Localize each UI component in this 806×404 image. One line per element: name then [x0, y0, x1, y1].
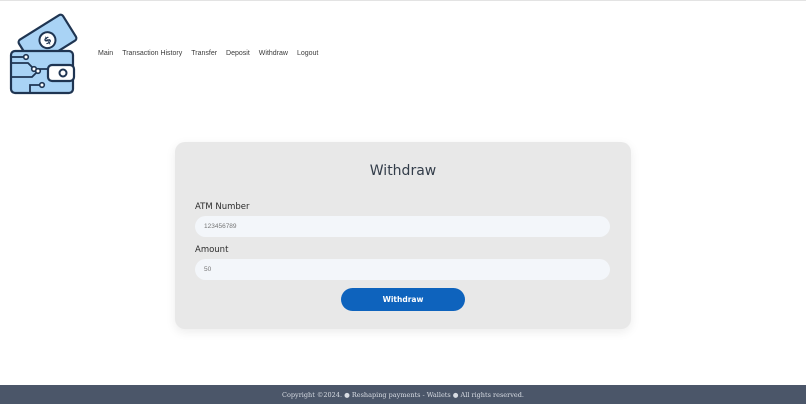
form-title: Withdraw	[369, 163, 437, 179]
header: $ Main Transaction History Transfer Depo…	[0, 1, 806, 101]
amount-label: Amount	[195, 245, 229, 255]
nav-link-transaction-history[interactable]: Transaction History	[122, 50, 182, 57]
footer-copyright: Copyright ©2024. ● Reshaping payments - …	[281, 391, 525, 399]
withdraw-button[interactable]: Withdraw	[341, 288, 465, 311]
amount-input[interactable]	[195, 259, 610, 280]
nav-link-deposit[interactable]: Deposit	[226, 50, 250, 57]
atm-number-label: ATM Number	[195, 202, 250, 212]
wallet-money-icon[interactable]: $	[8, 11, 78, 97]
withdraw-form-card: Withdraw ATM Number Amount Withdraw	[175, 142, 631, 329]
footer: Copyright ©2024. ● Reshaping payments - …	[0, 385, 806, 404]
page: $ Main Transaction History Transfer Depo…	[0, 0, 806, 404]
nav-link-main[interactable]: Main	[98, 50, 113, 57]
nav-link-logout[interactable]: Logout	[297, 50, 318, 57]
main-nav: Main Transaction History Transfer Deposi…	[98, 50, 318, 57]
nav-link-transfer[interactable]: Transfer	[191, 50, 217, 57]
nav-link-withdraw[interactable]: Withdraw	[259, 50, 288, 57]
atm-number-input[interactable]	[195, 216, 610, 237]
